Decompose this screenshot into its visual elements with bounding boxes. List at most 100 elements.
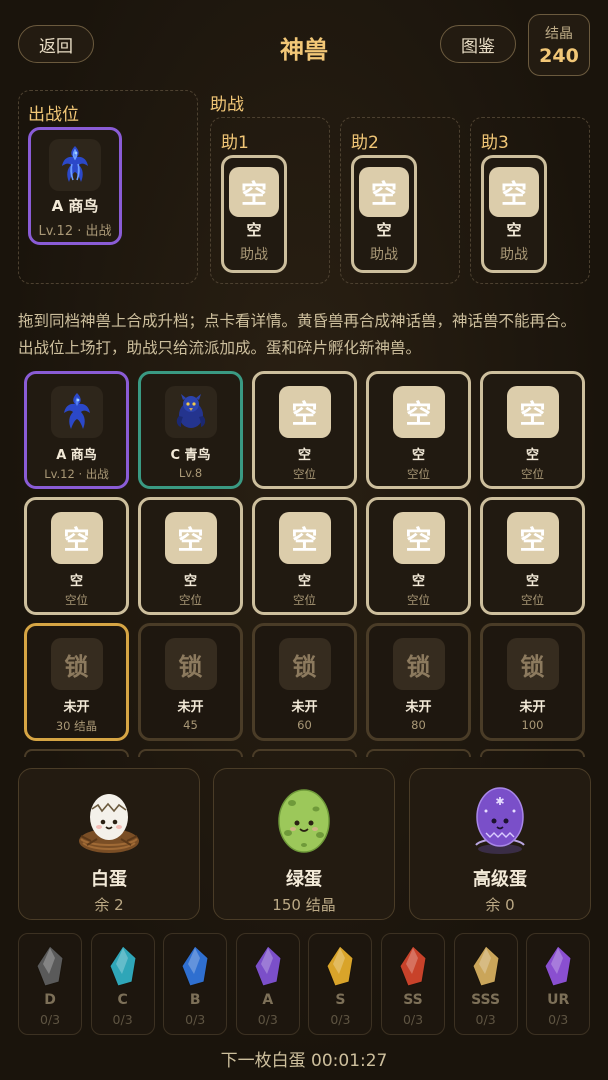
fragment-card-ur[interactable]: UR 0/3 [526, 933, 591, 1035]
crystal-value: 240 [539, 45, 579, 67]
beast-card[interactable]: C 青鸟 Lv.8 [138, 371, 243, 489]
fragment-count: 0/3 [548, 1012, 569, 1027]
locked-slot-card[interactable]: 锁 未开 100 [480, 623, 585, 741]
fragment-card-sss[interactable]: SSS 0/3 [453, 933, 518, 1035]
fragment-grade: SS [403, 992, 423, 1008]
blue-bird-icon [164, 386, 217, 438]
crystal-shard-icon [36, 945, 64, 987]
beast-sub: Lv.12 · 出战 [44, 467, 109, 481]
assist-label: 助战 [210, 95, 244, 115]
empty-slot-card[interactable]: 空 空 空位 [252, 371, 357, 489]
help-text: 拖到同档神兽上合成升档；点卡看详情。黄昏兽再合成神话兽，神话兽不能再合。出战位上… [18, 312, 577, 357]
scroll-row-hint [24, 749, 585, 757]
lock-icon: 锁 [278, 638, 331, 690]
empty-slot-card[interactable]: 空 空 空位 [366, 497, 471, 615]
locked-slot-card[interactable]: 锁 未开 60 [252, 623, 357, 741]
slot-sub: 空位 [521, 593, 544, 607]
beast-name: C 青鸟 [170, 448, 211, 463]
fragment-card-a[interactable]: A 0/3 [235, 933, 300, 1035]
fragment-count: 0/3 [402, 1012, 424, 1027]
assist-slot-name: 空 [376, 221, 392, 239]
white-egg-nest-icon [73, 781, 145, 861]
assist-slot-sub: 助战 [370, 247, 398, 263]
fragment-card-b[interactable]: B 0/3 [163, 933, 228, 1035]
crystal-label: 结晶 [545, 26, 573, 42]
empty-slot-card[interactable]: 空 空 空位 [480, 371, 585, 489]
beast-sub: Lv.8 [178, 466, 203, 480]
fragment-count: 0/3 [257, 1012, 278, 1027]
fragment-card-d[interactable]: D 0/3 [18, 933, 82, 1035]
fragment-count: 0/3 [185, 1012, 206, 1027]
empty-slot-icon: 空 [278, 512, 331, 564]
slot-name: 空 [411, 448, 425, 463]
slot-sub: 空位 [179, 593, 202, 607]
locked-slot-card[interactable]: 锁 未开 45 [138, 623, 243, 741]
lock-icon: 锁 [392, 638, 445, 690]
empty-slot-icon: 空 [359, 167, 409, 217]
slot-name: 未开 [519, 700, 546, 715]
crystal-counter: 结晶 240 [528, 14, 590, 76]
locked-slot-card[interactable]: 锁 未开 80 [366, 623, 471, 741]
locked-slot-card[interactable]: 锁 未开 30 结晶 [24, 623, 129, 741]
slot-sub: 空位 [293, 593, 316, 607]
green-egg-icon [268, 781, 340, 861]
purple-rune-egg-icon: ✱ [464, 781, 536, 861]
crystal-shard-icon [472, 945, 500, 987]
crystal-shard-icon [399, 945, 427, 987]
empty-slot-card[interactable]: 空 空 空位 [366, 371, 471, 489]
slot-name: 未开 [291, 700, 318, 715]
assist-slot-card-1[interactable]: 空 空 助战 [221, 155, 287, 273]
fragment-card-s[interactable]: S 0/3 [308, 933, 373, 1035]
lock-icon: 锁 [50, 638, 103, 690]
empty-slot-card[interactable]: 空 空 空位 [138, 497, 243, 615]
header: 返回 神兽 图鉴 结晶 240 [0, 0, 608, 88]
empty-slot-icon: 空 [278, 386, 331, 438]
crystal-shard-icon [544, 945, 572, 987]
egg-card-white[interactable]: 白蛋 余 2 [18, 768, 200, 920]
empty-slot-icon: 空 [164, 512, 217, 564]
fragment-grade: UR [547, 992, 570, 1008]
blue-phoenix-icon [49, 139, 101, 191]
crystal-shard-icon [326, 945, 354, 987]
back-button[interactable]: 返回 [18, 25, 94, 63]
empty-slot-card[interactable]: 空 空 空位 [252, 497, 357, 615]
egg-card-premium[interactable]: ✱ 高级蛋 余 0 [409, 768, 591, 920]
slot-name: 未开 [63, 700, 90, 715]
empty-slot-card[interactable]: 空 空 空位 [24, 497, 129, 615]
slot-name: 空 [297, 448, 311, 463]
fragment-grade: A [262, 992, 274, 1008]
fragment-card-c[interactable]: C 0/3 [90, 933, 155, 1035]
slot-sub: 空位 [65, 593, 88, 607]
beast-card[interactable]: A 商鸟 Lv.12 · 出战 [24, 371, 129, 489]
slot-sub: 空位 [521, 467, 544, 481]
slot-name: 未开 [405, 700, 432, 715]
codex-button[interactable]: 图鉴 [440, 25, 516, 63]
battle-beast-card[interactable]: A 商鸟 Lv.12 · 出战 [28, 127, 122, 245]
egg-card-green[interactable]: 绿蛋 150 结晶 [213, 768, 395, 920]
slot-name: 空 [525, 574, 539, 589]
empty-slot-icon: 空 [392, 386, 445, 438]
egg-count: 余 2 [94, 896, 124, 914]
assist-slot-sub: 助战 [240, 247, 268, 263]
assist-slot-sub: 助战 [500, 247, 528, 263]
crystal-shard-icon [254, 945, 282, 987]
assist-slot-card-2[interactable]: 空 空 助战 [351, 155, 417, 273]
empty-slot-icon: 空 [229, 167, 279, 217]
empty-slot-icon: 空 [50, 512, 103, 564]
slot-name: 未开 [177, 700, 204, 715]
egg-name: 绿蛋 [286, 869, 322, 890]
blue-phoenix-icon [50, 386, 103, 438]
slot-name: 空 [411, 574, 425, 589]
fragment-card-ss[interactable]: SS 0/3 [381, 933, 445, 1035]
egg-name: 白蛋 [91, 869, 127, 890]
slot-sub: 空位 [407, 593, 430, 607]
empty-slot-icon: 空 [392, 512, 445, 564]
egg-cost: 150 结晶 [272, 896, 336, 914]
fragment-grade: SSS [471, 992, 501, 1008]
fragment-grade: D [44, 992, 56, 1008]
battle-beast-level: Lv.12 · 出战 [38, 224, 112, 239]
empty-slot-card[interactable]: 空 空 空位 [480, 497, 585, 615]
empty-slot-icon: 空 [506, 512, 559, 564]
slot-name: 空 [297, 574, 311, 589]
assist-slot-card-3[interactable]: 空 空 助战 [481, 155, 547, 273]
